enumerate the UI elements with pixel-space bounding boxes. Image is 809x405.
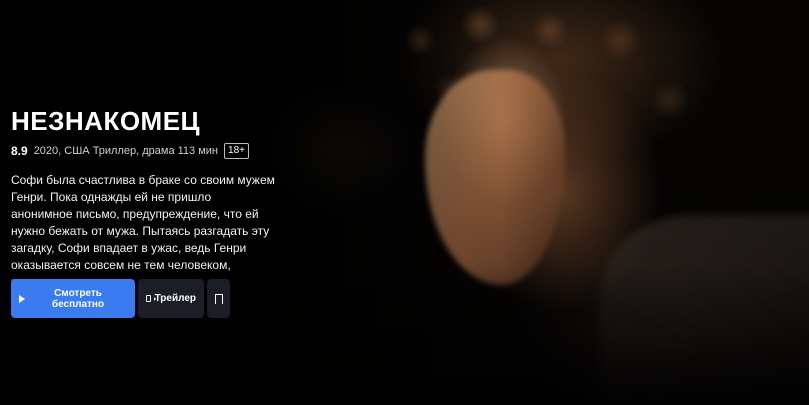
rating-score: 8.9 bbox=[11, 144, 28, 158]
trailer-label: Трейлер bbox=[154, 293, 196, 304]
watch-free-label: Смотреть бесплатно bbox=[51, 287, 105, 310]
movie-hero: НЕЗНАКОМЕЦ 8.9 2020, США Триллер, драма … bbox=[0, 0, 809, 405]
watch-free-button[interactable]: Смотреть бесплатно bbox=[11, 279, 135, 318]
trailer-icon bbox=[146, 295, 156, 302]
movie-meta: 8.9 2020, США Триллер, драма 113 мин 18+ bbox=[11, 142, 301, 160]
movie-meta-text: 2020, США Триллер, драма 113 мин bbox=[33, 145, 219, 157]
movie-info: НЕЗНАКОМЕЦ 8.9 2020, США Триллер, драма … bbox=[11, 105, 301, 303]
play-icon bbox=[19, 294, 25, 303]
movie-description: Софи была счастлива в браке со своим муж… bbox=[11, 173, 275, 289]
bookmark-icon bbox=[214, 293, 223, 305]
action-buttons: Смотреть бесплатно Трейлер bbox=[11, 279, 230, 318]
trailer-button[interactable]: Трейлер bbox=[138, 279, 204, 318]
movie-title: НЕЗНАКОМЕЦ bbox=[11, 106, 201, 136]
bookmark-button[interactable] bbox=[207, 279, 230, 318]
age-rating-badge: 18+ bbox=[224, 143, 249, 159]
